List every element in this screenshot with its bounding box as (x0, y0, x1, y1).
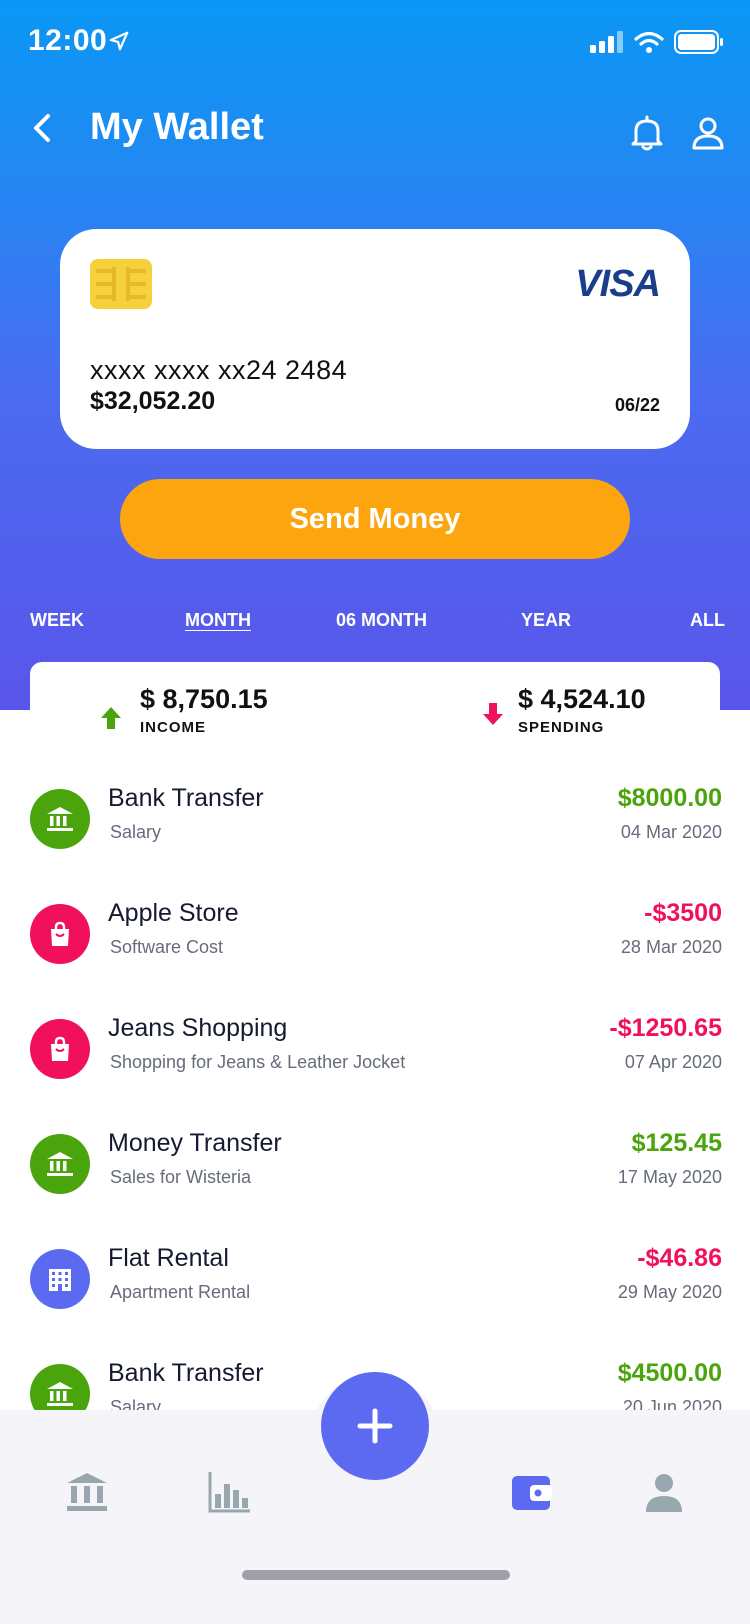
home-indicator[interactable] (242, 1570, 510, 1580)
transaction-title: Money Transfer (108, 1129, 282, 1157)
card-balance: $32,052.20 (90, 387, 216, 415)
card-expiry: 06/22 (614, 395, 660, 415)
app-header: My Wallet (0, 100, 750, 160)
status-time: 12:00 (28, 24, 108, 57)
transaction-row[interactable]: Jeans Shopping Shopping for Jeans & Leat… (30, 1012, 722, 1092)
notification-bell-icon[interactable] (630, 115, 664, 151)
tab-all[interactable]: ALL (690, 610, 725, 631)
bank-icon[interactable] (65, 1470, 109, 1514)
transaction-title: Apple Store (108, 899, 239, 927)
wallet-icon[interactable] (510, 1470, 554, 1514)
income-block: $ 8,750.15 INCOME (140, 684, 268, 736)
card-chip-icon (90, 259, 152, 309)
plus-icon (357, 1408, 393, 1444)
cellular-signal-icon (590, 31, 623, 53)
spending-amount: $ 4,524.10 (518, 684, 646, 714)
bank-icon (30, 1134, 90, 1194)
transaction-subtitle: Sales for Wisteria (110, 1167, 252, 1187)
transaction-title: Flat Rental (108, 1244, 229, 1272)
transaction-date: 07 Apr 2020 (624, 1052, 722, 1072)
transaction-title: Jeans Shopping (108, 1014, 288, 1042)
transaction-row[interactable]: Flat Rental Apartment Rental -$46.86 29 … (30, 1242, 722, 1322)
transaction-subtitle: Shopping for Jeans & Leather Jocket (110, 1052, 406, 1072)
profile-icon[interactable] (690, 116, 726, 150)
transaction-amount: $125.45 (631, 1129, 722, 1157)
battery-icon (674, 30, 723, 54)
tab-week[interactable]: WEEK (30, 610, 84, 631)
transaction-subtitle: Apartment Rental (110, 1282, 251, 1302)
transaction-amount: -$3500 (644, 899, 722, 927)
transaction-amount: -$1250.65 (609, 1014, 722, 1042)
transaction-title: Bank Transfer (108, 1359, 264, 1387)
bar-chart-icon[interactable] (207, 1470, 251, 1514)
user-icon[interactable] (642, 1470, 686, 1514)
spending-block: $ 4,524.10 SPENDING (518, 684, 646, 736)
page-title: My Wallet (90, 106, 264, 148)
tab-month[interactable]: MONTH (185, 610, 251, 631)
transaction-subtitle: Salary (110, 822, 162, 842)
transaction-amount: -$46.86 (637, 1244, 722, 1272)
transaction-date: 29 May 2020 (617, 1282, 722, 1302)
add-transaction-button[interactable] (321, 1372, 429, 1480)
bank-icon (30, 789, 90, 849)
income-amount: $ 8,750.15 (140, 684, 268, 714)
transaction-row[interactable]: Bank Transfer Salary $8000.00 04 Mar 202… (30, 782, 722, 862)
arrow-up-icon (101, 707, 121, 729)
transaction-subtitle: Software Cost (110, 937, 224, 957)
transaction-date: 04 Mar 2020 (620, 822, 722, 842)
card-number: xxxx xxxx xx24 2484 (90, 355, 348, 385)
transaction-date: 28 Mar 2020 (620, 937, 722, 957)
transaction-title: Bank Transfer (108, 784, 264, 812)
period-tabs: WEEK MONTH 06 MONTH YEAR ALL (0, 610, 750, 640)
tab-year[interactable]: YEAR (521, 610, 571, 631)
transaction-date: 17 May 2020 (617, 1167, 722, 1187)
status-bar: 12:00 (28, 24, 724, 60)
tab-06-month[interactable]: 06 MONTH (336, 610, 427, 631)
visa-logo: VISA (575, 263, 661, 305)
building-icon (30, 1249, 90, 1309)
spending-label: SPENDING (518, 719, 605, 736)
income-spending-summary: $ 8,750.15 INCOME $ 4,524.10 SPENDING (30, 662, 720, 752)
transaction-amount: $4500.00 (617, 1359, 722, 1387)
transaction-row[interactable]: Apple Store Software Cost -$3500 28 Mar … (30, 897, 722, 977)
shopping-bag-icon (30, 904, 90, 964)
location-arrow-icon (109, 31, 129, 51)
transaction-row[interactable]: Money Transfer Sales for Wisteria $125.4… (30, 1127, 722, 1207)
send-money-button[interactable]: Send Money (120, 479, 630, 559)
shopping-bag-icon (30, 1019, 90, 1079)
arrow-down-icon (483, 703, 503, 725)
credit-card[interactable]: VISA xxxx xxxx xx24 2484 $32,052.20 06/2… (60, 229, 690, 449)
back-arrow-icon[interactable] (28, 110, 58, 146)
wifi-icon (634, 31, 664, 53)
income-label: INCOME (140, 719, 206, 736)
transaction-amount: $8000.00 (617, 784, 722, 812)
